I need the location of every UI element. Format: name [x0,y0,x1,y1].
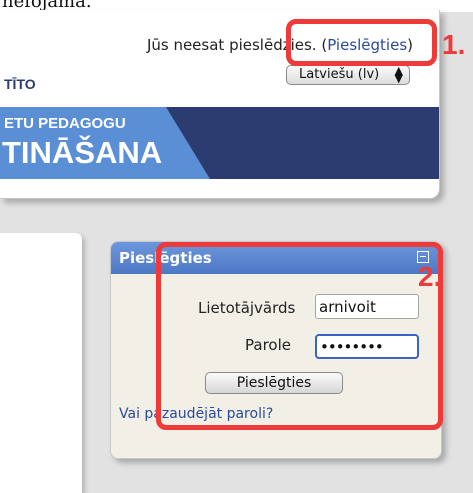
annotation-box-2 [156,242,443,430]
language-select-value: Latviešu (lv) [299,67,380,82]
banner-line-2: TINĀŠANA [2,134,162,170]
banner-line-1: ETU PEDAGOGU [4,115,126,132]
annotation-number-2: 2. [418,261,442,292]
select-arrows-icon: ▲ ▼ [394,64,403,85]
annotation-box-1 [286,19,437,66]
site-banner: ETU PEDAGOGU TINĀŠANA [0,107,439,179]
language-select[interactable]: Latviešu (lv) ▲ ▼ [286,65,410,85]
brand-text: TĪTO [4,76,36,92]
annotation-number-1: 1. [442,29,466,60]
main-content-panel [0,233,82,493]
